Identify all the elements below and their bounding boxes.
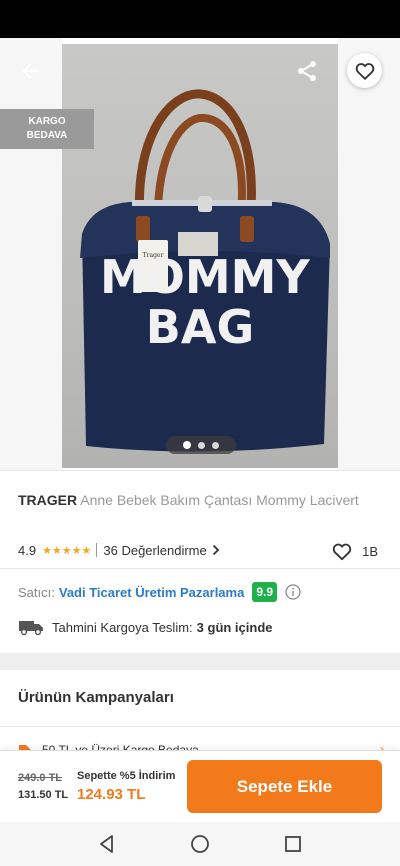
- old-price: 249.0 TL: [18, 772, 63, 784]
- rating-row: 4.9 ★★★★★ 36 Değerlendirme 1B: [18, 541, 382, 561]
- product-name: Anne Bebek Bakım Çantası Mommy Lacivert: [80, 492, 359, 508]
- seller-score-badge: 9.9: [252, 582, 278, 602]
- share-button[interactable]: [290, 54, 324, 88]
- favorites-counter[interactable]: 1B: [331, 541, 378, 561]
- status-bar: [0, 0, 400, 38]
- heart-outline-icon: [332, 543, 352, 561]
- gallery-side-left: [0, 38, 62, 470]
- shipping-value: 3 gün içinde: [196, 619, 273, 635]
- gallery-dot-3[interactable]: [212, 441, 219, 449]
- badge-line2: BEDAVA: [26, 130, 68, 141]
- product-brand[interactable]: TRAGER: [18, 492, 77, 508]
- product-info: TRAGER Anne Bebek Bakım Çantası Mommy La…: [0, 470, 400, 568]
- reviews-link[interactable]: 36 Değerlendirme: [103, 542, 220, 558]
- shipping-label: Tahmini Kargoya Teslim:: [52, 619, 193, 635]
- section-gap: [0, 653, 400, 670]
- free-shipping-badge: KARGO BEDAVA: [0, 109, 94, 149]
- add-to-cart-button[interactable]: Sepete Ekle: [187, 760, 382, 813]
- seller-name-link[interactable]: Vadi Ticaret Üretim Pazarlama: [59, 585, 244, 600]
- product-detail-page: MOMMY BAG Trager KARGO BEDAVA TRAGER Ann…: [0, 0, 400, 866]
- rating-separator: [96, 543, 98, 557]
- gallery-side-right: [338, 38, 400, 470]
- chevron-right-icon: [212, 544, 220, 556]
- gallery-dot-2[interactable]: [198, 441, 205, 449]
- nav-home-icon[interactable]: [190, 834, 210, 854]
- campaigns-section: Ürünün Kampanyaları 50 TL ve Üzeri Kargo…: [0, 670, 400, 760]
- badge-line1: KARGO: [28, 116, 66, 127]
- rating-value: 4.9: [18, 542, 37, 558]
- share-icon: [298, 61, 316, 81]
- campaigns-divider: [0, 726, 400, 727]
- nav-back-icon[interactable]: [97, 834, 117, 854]
- bag-text-line2: BAG: [145, 300, 255, 354]
- heart-outline-icon: [355, 62, 374, 80]
- bag-text-line1: MOMMY: [100, 250, 310, 304]
- bag-tag-brand: Trager: [142, 252, 164, 259]
- basket-discount-label: Sepette %5 İndirim: [77, 770, 176, 782]
- shipping-row: Tahmini Kargoya Teslim: 3 gün içinde: [18, 619, 273, 635]
- truck-icon: [19, 621, 43, 635]
- product-photo[interactable]: MOMMY BAG Trager: [62, 44, 338, 468]
- system-navigation-bar: [0, 822, 400, 866]
- product-image-gallery[interactable]: MOMMY BAG Trager KARGO BEDAVA: [0, 38, 400, 470]
- reviews-count: 36 Değerlendirme: [103, 542, 207, 558]
- favorite-button[interactable]: [347, 53, 382, 88]
- bag-print-text: MOMMY BAG: [100, 250, 310, 354]
- purchase-bar: 249.0 TL 131.50 TL Sepette %5 İndirim 12…: [0, 750, 400, 822]
- favorites-count: 1B: [362, 543, 378, 559]
- product-title: TRAGER Anne Bebek Bakım Çantası Mommy La…: [18, 491, 382, 509]
- seller-row: Satıcı: Vadi Ticaret Üretim Pazarlama 9.…: [18, 582, 301, 602]
- seller-block: Satıcı: Vadi Ticaret Üretim Pazarlama 9.…: [0, 569, 400, 653]
- nav-recents-icon[interactable]: [283, 834, 303, 854]
- star-rating-icon: ★★★★★: [42, 544, 92, 557]
- back-button[interactable]: [14, 54, 48, 88]
- final-price: 124.93 TL: [77, 786, 146, 803]
- campaigns-title: Ürünün Kampanyaları: [18, 689, 174, 706]
- gallery-dot-1[interactable]: [183, 441, 191, 449]
- info-icon[interactable]: [285, 584, 301, 600]
- arrow-left-icon: [22, 63, 40, 79]
- gallery-pagination[interactable]: [166, 436, 236, 454]
- discounted-price: 131.50 TL: [18, 789, 69, 801]
- seller-label: Satıcı:: [18, 584, 55, 600]
